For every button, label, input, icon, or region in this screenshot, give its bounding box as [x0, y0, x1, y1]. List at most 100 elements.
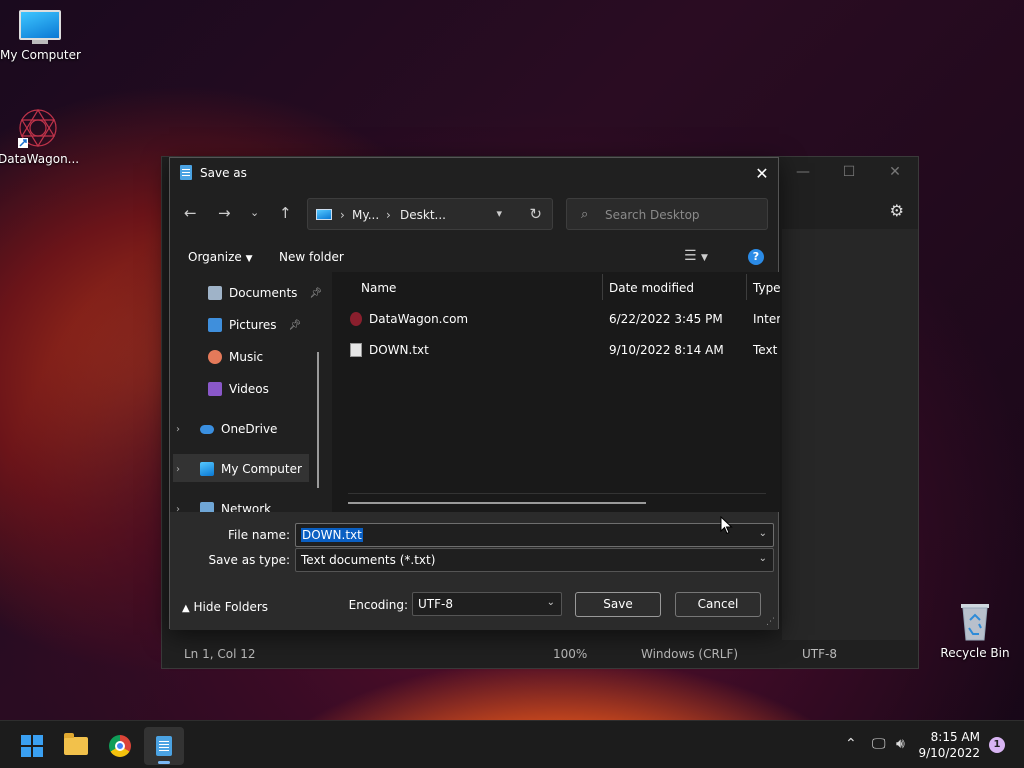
music-icon — [208, 350, 222, 364]
save-as-dialog: Save as ✕ ← → ⌄ ↑ › My... › Deskt... ▾ ↻… — [169, 157, 780, 630]
status-position: Ln 1, Col 12 — [184, 647, 256, 661]
address-bar[interactable]: › My... › Deskt... ▾ ↻ — [307, 198, 553, 230]
view-options-button[interactable]: ☰ ▼ — [684, 248, 708, 264]
expand-chevron-icon[interactable]: › — [176, 504, 180, 513]
close-button[interactable]: ✕ — [746, 158, 778, 188]
up-arrow-icon[interactable]: ↑ — [279, 204, 292, 222]
hide-folders-button[interactable]: ▲ Hide Folders — [182, 600, 268, 614]
expand-chevron-icon[interactable]: › — [176, 464, 180, 475]
back-arrow-icon[interactable]: ← — [184, 204, 197, 222]
sort-up-icon: ˄ — [636, 272, 641, 279]
expand-chevron-icon[interactable]: › — [176, 424, 180, 435]
desktop-icon-recycle-bin[interactable]: Recycle Bin — [935, 598, 1015, 660]
recent-chevron-icon[interactable]: ⌄ — [250, 206, 259, 219]
nav-item-onedrive[interactable]: › OneDrive — [176, 416, 278, 442]
file-name-input[interactable]: DOWN.txt ⌄ — [295, 523, 774, 547]
save-type-value: Text documents (*.txt) — [301, 553, 436, 567]
chevron-down-icon[interactable]: ⌄ — [759, 528, 767, 539]
desktop-icon-label: My Computer — [0, 48, 81, 62]
navigation-pane: Documents 📌︎ Pictures 📌︎ Music Videos › … — [170, 276, 330, 512]
nav-label: OneDrive — [221, 422, 278, 436]
nav-scrollbar[interactable] — [317, 352, 319, 488]
table-row[interactable]: DOWN.txt 9/10/2022 8:14 AM Text D — [332, 335, 780, 365]
taskbar-chrome[interactable] — [100, 727, 140, 765]
refresh-icon[interactable]: ↻ — [529, 205, 542, 223]
nav-label: Pictures — [229, 318, 277, 332]
file-name-label: File name: — [228, 528, 290, 542]
search-box[interactable]: ⌕ — [566, 198, 768, 230]
dialog-titlebar[interactable]: Save as ✕ — [170, 158, 778, 188]
save-type-select[interactable]: Text documents (*.txt) ⌄ — [295, 548, 774, 572]
column-date-modified[interactable]: Date modified — [609, 281, 694, 295]
desktop-icon-datawagon[interactable]: DataWagon... — [0, 106, 80, 166]
cloud-icon — [200, 424, 214, 434]
organize-button[interactable]: Organize ▼ — [188, 250, 253, 264]
taskbar-file-explorer[interactable] — [56, 727, 96, 765]
encoding-label: Encoding: — [348, 598, 408, 612]
nav-label: My Computer — [221, 462, 302, 476]
forward-arrow-icon[interactable]: → — [218, 204, 231, 222]
nav-label: Music — [229, 350, 264, 364]
chevron-down-icon: ⌄ — [546, 597, 555, 608]
status-bar: Ln 1, Col 12 100% Windows (CRLF) UTF-8 — [162, 640, 918, 668]
search-input[interactable] — [605, 205, 755, 225]
taskbar-notepad[interactable] — [144, 727, 184, 765]
chevron-down-icon[interactable]: ▾ — [496, 207, 502, 220]
system-clock[interactable]: 8:15 AM 9/10/2022 — [918, 729, 980, 761]
table-row[interactable]: DataWagon.com 6/22/2022 3:45 PM Intern — [332, 304, 780, 334]
save-type-label: Save as type: — [208, 553, 290, 567]
nav-item-my-computer[interactable]: › My Computer — [176, 456, 302, 482]
nav-item-documents[interactable]: Documents 📌︎ — [208, 280, 322, 306]
clock-date: 9/10/2022 — [918, 746, 980, 760]
column-name[interactable]: Name — [361, 281, 396, 295]
chevron-up-icon[interactable]: ⌃ — [845, 736, 857, 752]
network-icon[interactable]: 🖵︎ — [872, 736, 886, 752]
help-icon[interactable]: ? — [748, 249, 764, 265]
file-name: DataWagon.com — [369, 312, 469, 326]
nav-item-music[interactable]: Music — [208, 344, 263, 370]
file-list: ˄ Name Date modified Type DataWagon.com … — [332, 272, 780, 512]
file-date: 9/10/2022 8:14 AM — [609, 343, 724, 357]
notepad-icon — [180, 165, 192, 180]
pin-icon: 📌︎ — [288, 319, 302, 331]
monitor-icon — [18, 10, 62, 44]
chevron-up-icon: ▲ — [182, 603, 190, 614]
file-type: Text D — [753, 343, 780, 357]
encoding-select[interactable]: UTF-8 ⌄ — [412, 592, 562, 616]
desktop-icon-label: DataWagon... — [0, 152, 80, 166]
nav-item-pictures[interactable]: Pictures 📌︎ — [208, 312, 301, 338]
start-button[interactable] — [12, 727, 52, 765]
search-icon: ⌕ — [581, 207, 589, 222]
nav-item-network[interactable]: › Network — [176, 496, 271, 512]
breadcrumb-my-computer[interactable]: My... — [352, 208, 379, 222]
new-folder-button[interactable]: New folder — [279, 250, 344, 264]
pin-icon: 📌︎ — [309, 287, 323, 299]
save-button[interactable]: Save — [575, 592, 661, 617]
horizontal-scrollbar[interactable] — [348, 502, 646, 504]
chrome-icon — [109, 735, 131, 757]
save-options-panel: File name: DOWN.txt ⌄ Save as type: Text… — [170, 512, 778, 630]
column-type[interactable]: Type — [753, 281, 780, 295]
resize-grip-icon[interactable]: ⋰ — [766, 617, 775, 627]
desktop-icon-my-computer[interactable]: My Computer — [0, 10, 81, 62]
close-icon[interactable]: ✕ — [872, 157, 918, 187]
maximize-icon[interactable]: ☐ — [826, 157, 872, 187]
window-controls: — ☐ ✕ — [780, 157, 918, 187]
minimize-icon[interactable]: — — [780, 157, 826, 187]
hide-folders-label: Hide Folders — [193, 600, 269, 614]
notepad-editor[interactable] — [782, 229, 918, 640]
nav-item-videos[interactable]: Videos — [208, 376, 269, 402]
videos-icon — [208, 382, 222, 396]
pictures-icon — [208, 318, 222, 332]
volume-icon[interactable]: 🔊︎ — [896, 736, 905, 752]
folder-icon — [64, 733, 88, 755]
cancel-button[interactable]: Cancel — [675, 592, 761, 617]
gear-icon[interactable]: ⚙ — [890, 201, 904, 220]
breadcrumb-separator: › — [340, 208, 345, 222]
breadcrumb-desktop[interactable]: Deskt... — [400, 208, 446, 222]
chevron-down-icon: ▼ — [701, 253, 708, 263]
notification-badge[interactable]: 1 — [989, 737, 1005, 753]
text-file-icon — [350, 343, 362, 357]
navigation-bar: ← → ⌄ ↑ › My... › Deskt... ▾ ↻ ⌕ — [170, 196, 778, 232]
nav-label: Documents — [229, 286, 298, 300]
